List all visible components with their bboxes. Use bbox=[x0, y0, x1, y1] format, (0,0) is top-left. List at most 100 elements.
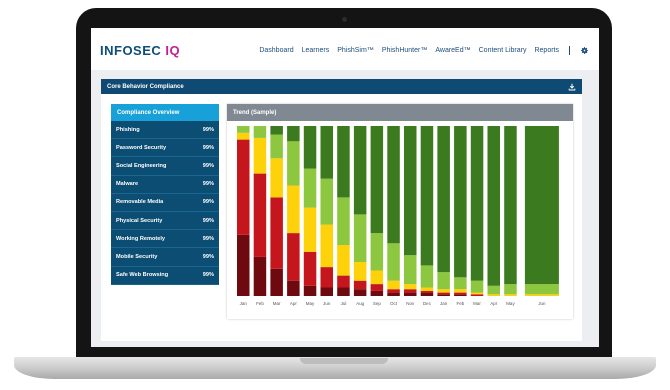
compliance-title: Compliance Overview bbox=[111, 104, 219, 121]
bar-segment bbox=[370, 284, 384, 291]
bar-segment bbox=[270, 126, 283, 135]
bar-segment bbox=[504, 126, 517, 285]
list-item-value: 99% bbox=[202, 162, 214, 169]
list-item-label: Password Security bbox=[116, 144, 167, 151]
bar-segment bbox=[270, 134, 283, 159]
bar-segment bbox=[303, 168, 317, 208]
list-item[interactable]: Safe Web Browsing 99% bbox=[111, 267, 219, 285]
bar-segment bbox=[387, 292, 400, 296]
x-tick-label: Mar bbox=[473, 301, 481, 306]
bar-segment bbox=[370, 290, 384, 296]
bar-segment bbox=[320, 287, 333, 296]
bar-segment bbox=[337, 245, 350, 276]
x-tick-label: Apr bbox=[290, 301, 298, 306]
bar-segment bbox=[420, 290, 434, 293]
list-item-value: 99% bbox=[202, 235, 214, 242]
download-icon[interactable] bbox=[568, 83, 576, 91]
list-item[interactable]: Removable Media 99% bbox=[111, 194, 219, 212]
gear-icon[interactable] bbox=[580, 46, 589, 55]
bar-segment bbox=[287, 141, 300, 186]
bar-segment bbox=[253, 256, 267, 296]
list-item-label: Safe Web Browsing bbox=[116, 272, 169, 279]
bar-segment bbox=[420, 287, 434, 291]
bar-segment bbox=[270, 268, 283, 296]
nav-phishsim[interactable]: PhishSim™ bbox=[337, 47, 374, 54]
bar-segment bbox=[470, 294, 484, 296]
bar-segment bbox=[470, 280, 484, 293]
bar-segment bbox=[404, 289, 417, 293]
nav-content-library[interactable]: Content Library bbox=[479, 47, 527, 54]
nav-phishhunter[interactable]: PhishHunter™ bbox=[382, 47, 428, 54]
nav-awareed[interactable]: AwareEd™ bbox=[435, 47, 470, 54]
x-tick-label: Jun bbox=[538, 301, 546, 306]
list-item[interactable]: Malware 99% bbox=[111, 176, 219, 194]
list-item-label: Removable Media bbox=[116, 199, 164, 206]
list-item-value: 99% bbox=[202, 144, 214, 151]
bar-segment bbox=[437, 292, 450, 295]
bar-segment bbox=[353, 214, 367, 262]
x-tick-label: Oct bbox=[390, 301, 398, 306]
nav-reports[interactable]: Reports bbox=[534, 47, 559, 54]
bar-segment bbox=[404, 126, 417, 256]
bar-segment bbox=[420, 126, 434, 266]
x-tick-label: Dec bbox=[423, 301, 432, 306]
bar-segment bbox=[454, 126, 467, 278]
x-tick-label: Mar bbox=[273, 301, 281, 306]
app-logo[interactable]: INFOSEC IQ bbox=[100, 43, 180, 58]
list-item[interactable]: Social Engineering 99% bbox=[111, 157, 219, 176]
list-item-label: Working Remotely bbox=[116, 235, 166, 242]
bar-segment bbox=[487, 285, 500, 295]
x-tick-label: Aug bbox=[356, 301, 365, 306]
bar-segment bbox=[320, 224, 333, 268]
trend-card: Trend (Sample) Jan Feb Mar Apr May Jun Jul Aug S… bbox=[227, 104, 573, 319]
list-item[interactable]: Password Security 99% bbox=[111, 139, 219, 158]
x-tick-label: Feb bbox=[256, 301, 264, 306]
x-tick-label: Apr bbox=[490, 301, 498, 306]
list-item-value: 99% bbox=[202, 217, 214, 224]
list-item[interactable]: Mobile Security 99% bbox=[111, 248, 219, 267]
bar-segment bbox=[303, 126, 317, 169]
bar-segment bbox=[353, 126, 367, 215]
list-item-value: 99% bbox=[202, 253, 214, 260]
bar-segment bbox=[303, 207, 317, 252]
list-item-label: Physical Security bbox=[116, 217, 163, 224]
list-item[interactable]: Physical Security 99% bbox=[111, 212, 219, 231]
bar-segment bbox=[404, 255, 417, 285]
x-tick-label: Jan bbox=[440, 301, 448, 306]
bar-segment bbox=[454, 294, 467, 296]
bar-segment bbox=[524, 294, 559, 296]
list-item-label: Phishing bbox=[116, 126, 140, 133]
nav-divider bbox=[569, 46, 570, 55]
list-item-value: 99% bbox=[202, 126, 214, 133]
list-item[interactable]: Phishing 99% bbox=[111, 121, 219, 140]
bar-segment bbox=[320, 267, 333, 288]
nav-learners[interactable]: Learners bbox=[302, 47, 330, 54]
bar-segment bbox=[420, 265, 434, 288]
bar-segment bbox=[253, 137, 267, 174]
panel-header: Core Behavior Compliance bbox=[101, 79, 582, 94]
list-item[interactable]: Working Remotely 99% bbox=[111, 230, 219, 249]
app-screen: INFOSEC IQ Dashboard Learners PhishSim™ … bbox=[91, 28, 599, 347]
bar-segment bbox=[404, 292, 417, 296]
main-nav: Dashboard Learners PhishSim™ PhishHunter… bbox=[251, 46, 589, 55]
x-tick-label: May bbox=[506, 301, 515, 306]
nav-dashboard[interactable]: Dashboard bbox=[259, 47, 293, 54]
bar-segment bbox=[320, 126, 333, 179]
x-tick-label: May bbox=[306, 301, 315, 306]
list-item-label: Social Engineering bbox=[116, 162, 167, 169]
bar-segment bbox=[237, 132, 250, 140]
bar-segment bbox=[353, 289, 367, 296]
bar-segment bbox=[287, 185, 300, 234]
bar-segment bbox=[470, 126, 484, 281]
list-item-value: 99% bbox=[202, 272, 214, 279]
bar-segment bbox=[437, 272, 450, 290]
bar-segment bbox=[287, 280, 300, 296]
bar-segment bbox=[320, 178, 333, 225]
bar-segment bbox=[370, 233, 384, 271]
core-behavior-panel: Core Behavior Compliance Compliance Over… bbox=[101, 79, 582, 341]
bar-segment bbox=[437, 294, 450, 296]
x-tick-label: Feb bbox=[456, 301, 464, 306]
bar-segment bbox=[237, 139, 250, 235]
bar-segment bbox=[370, 126, 384, 234]
bar-segment bbox=[404, 284, 417, 290]
